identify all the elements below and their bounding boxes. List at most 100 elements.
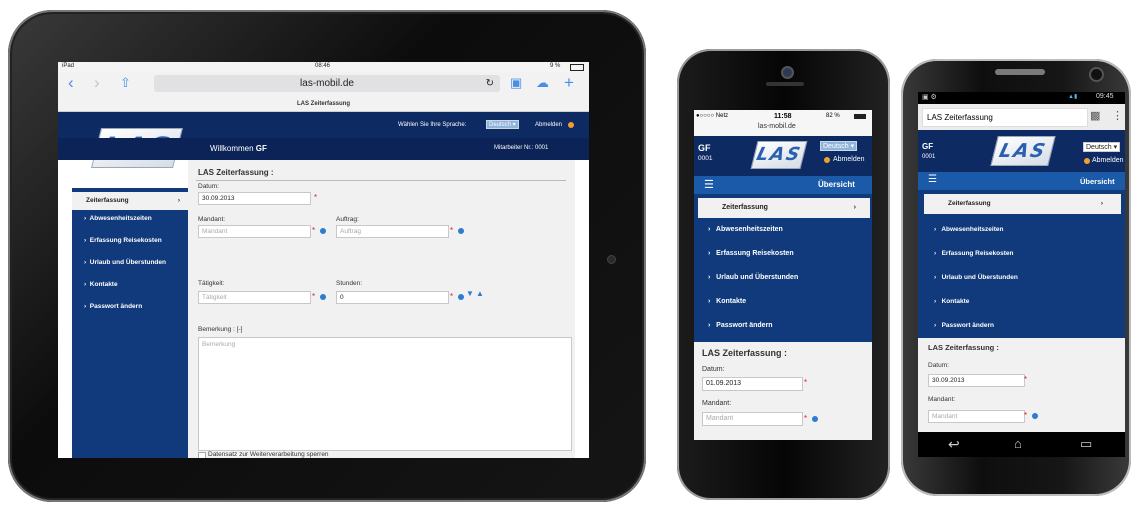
ipad-status-bar: iPad 08:46 9 % — [58, 62, 589, 72]
decrease-icon[interactable]: ▼ — [466, 289, 474, 298]
overview-title: Übersicht — [1080, 177, 1115, 186]
android-nav-bar: ↩ ⌂ ▭ — [918, 432, 1125, 457]
home-icon[interactable]: ⌂ — [1014, 436, 1022, 451]
menu-item-zeiterfassung[interactable]: Zeiterfassung › — [698, 198, 870, 218]
logout-link[interactable]: Abmelden — [833, 156, 865, 163]
menu-item-passwort[interactable]: › Passwort ändern — [934, 322, 994, 329]
mandant-input[interactable]: Mandant — [198, 225, 311, 238]
language-select[interactable]: Deutsch ▾ — [486, 120, 519, 129]
menu-item-kontakte[interactable]: › Kontakte — [708, 298, 746, 305]
bookmarks-icon[interactable]: ▣ — [510, 72, 522, 94]
browser-toolbar: LAS Zeiterfassung ▩ ⋮ — [918, 104, 1125, 131]
help-icon[interactable] — [458, 228, 464, 234]
url-text[interactable]: las-mobil.de — [758, 123, 796, 130]
language-select[interactable]: Deutsch ▾ — [1083, 142, 1121, 152]
menu-item-zeiterfassung[interactable]: Zeiterfassung › — [72, 192, 188, 210]
battery-level: 9 % — [550, 63, 561, 69]
stunden-input[interactable]: 0 — [336, 291, 449, 304]
menu-item-abwesenheitszeiten[interactable]: › Abwesenheitszeiten — [708, 226, 783, 233]
stunden-label: Stunden: — [336, 280, 363, 287]
mandant-input[interactable]: Mandant — [702, 412, 803, 426]
required-marker: * — [450, 292, 454, 301]
menu-item-urlaub[interactable]: › Urlaub und Überstunden — [708, 274, 798, 281]
menu-item-zeiterfassung[interactable]: Zeiterfassung › — [924, 194, 1121, 214]
url-text: las-mobil.de — [300, 78, 354, 89]
notification-icon: ▣ ⚙ — [922, 94, 937, 101]
date-input[interactable]: 30.09.2013 — [198, 192, 311, 205]
date-input[interactable]: 01.09.2013 — [702, 377, 803, 391]
menu-item-passwort[interactable]: › Passwort ändern — [72, 303, 188, 310]
menu-item-urlaub[interactable]: › Urlaub und Überstunden — [934, 274, 1018, 281]
form-title: LAS Zeiterfassung : — [198, 168, 274, 177]
cloud-icon[interactable]: ☁ — [536, 72, 549, 94]
menu-item-reisekosten[interactable]: › Erfassung Reisekosten — [72, 237, 188, 244]
help-icon[interactable] — [458, 294, 464, 300]
las-logo: LAS — [990, 136, 1056, 166]
tab-title[interactable]: LAS Zeiterfassung — [922, 108, 1088, 127]
mobile-menu: Zeiterfassung › › Abwesenheitszeiten › Er… — [694, 194, 872, 342]
mandant-label: Mandant: — [702, 400, 732, 407]
battery-level: 82 % — [826, 113, 840, 119]
device-name: iPad — [62, 63, 75, 69]
mandant-input[interactable]: Mandant — [928, 410, 1025, 423]
help-icon[interactable] — [1032, 413, 1038, 419]
welcome-text: Willkommen GF — [210, 144, 267, 153]
menu-item-abwesenheitszeiten[interactable]: › Abwesenheitszeiten — [934, 226, 1003, 233]
chevron-right-icon: › — [177, 197, 180, 204]
las-logo: LAS — [750, 141, 808, 169]
divider — [196, 180, 566, 181]
page-title: LAS Zeiterfassung — [58, 98, 589, 112]
recent-apps-icon[interactable]: ▭ — [1080, 436, 1092, 452]
required-marker: * — [314, 193, 318, 202]
logout-icon[interactable] — [1084, 158, 1090, 164]
help-icon[interactable] — [320, 228, 326, 234]
back-icon[interactable]: ‹ — [68, 72, 74, 94]
help-icon[interactable] — [320, 294, 326, 300]
sidebar-menu: Zeiterfassung › › Abwesenheitszeiten › Er… — [72, 188, 188, 458]
address-bar[interactable]: las-mobil.de ↻ — [154, 75, 500, 92]
back-icon[interactable]: ↩ — [948, 436, 960, 453]
menu-item-kontakte[interactable]: › Kontakte — [72, 281, 188, 288]
date-label: Datum: — [198, 183, 219, 190]
help-icon[interactable] — [812, 416, 818, 422]
menu-item-passwort[interactable]: › Passwort ändern — [708, 322, 773, 329]
bemerkung-label[interactable]: Bemerkung : [-] — [198, 326, 242, 333]
bemerkung-textarea[interactable]: Bemerkung — [198, 337, 572, 451]
lock-checkbox[interactable] — [198, 452, 206, 458]
date-input[interactable]: 30.09.2013 — [928, 374, 1025, 387]
battery-icon — [570, 64, 584, 71]
iphone-camera — [781, 66, 794, 79]
signal-icon: ▲▮ — [1068, 94, 1078, 100]
share-icon[interactable]: ⇧ — [120, 72, 131, 94]
overflow-menu-icon[interactable]: ⋮ — [1112, 109, 1123, 122]
increase-icon[interactable]: ▲ — [476, 289, 484, 298]
logout-icon[interactable] — [568, 122, 574, 128]
tabs-icon[interactable]: ▩ — [1090, 109, 1100, 122]
menu-icon[interactable]: ☰ — [928, 174, 937, 185]
menu-item-abwesenheitszeiten[interactable]: › Abwesenheitszeiten — [72, 215, 188, 222]
logout-link[interactable]: Abmelden — [535, 122, 562, 128]
mandant-label: Mandant: — [198, 216, 226, 223]
reload-icon[interactable]: ↻ — [486, 75, 494, 92]
auftrag-input[interactable]: Auftrag — [336, 225, 449, 238]
menu-item-reisekosten[interactable]: › Erfassung Reisekosten — [708, 250, 794, 257]
lock-checkbox-label: Datensatz zur Weiterverarbeitung sperren — [208, 451, 329, 458]
site-header: GF 0001 LAS Deutsch ▾ Abmelden — [918, 130, 1125, 172]
logout-icon[interactable] — [824, 157, 830, 163]
menu-icon[interactable]: ☰ — [704, 178, 714, 191]
site-header: GF 0001 LAS Deutsch ▾ Abmelden — [694, 136, 872, 176]
user-name: GF — [698, 143, 711, 153]
menu-item-reisekosten[interactable]: › Erfassung Reisekosten — [934, 250, 1013, 257]
logout-link[interactable]: Abmelden — [1092, 157, 1124, 164]
forward-icon[interactable]: › — [94, 72, 100, 94]
taetigkeit-input[interactable]: Tätigkeit — [198, 291, 311, 304]
new-tab-icon[interactable]: + — [564, 72, 574, 94]
menu-item-kontakte[interactable]: › Kontakte — [934, 298, 969, 305]
status-time: 11:58 — [774, 113, 792, 120]
chevron-right-icon: › — [853, 204, 856, 211]
form-title: LAS Zeiterfassung : — [702, 348, 788, 358]
menu-item-urlaub[interactable]: › Urlaub und Überstunden — [72, 259, 188, 266]
user-id: 0001 — [922, 154, 936, 160]
overview-title: Übersicht — [818, 180, 855, 189]
language-select[interactable]: Deutsch ▾ — [820, 141, 858, 151]
